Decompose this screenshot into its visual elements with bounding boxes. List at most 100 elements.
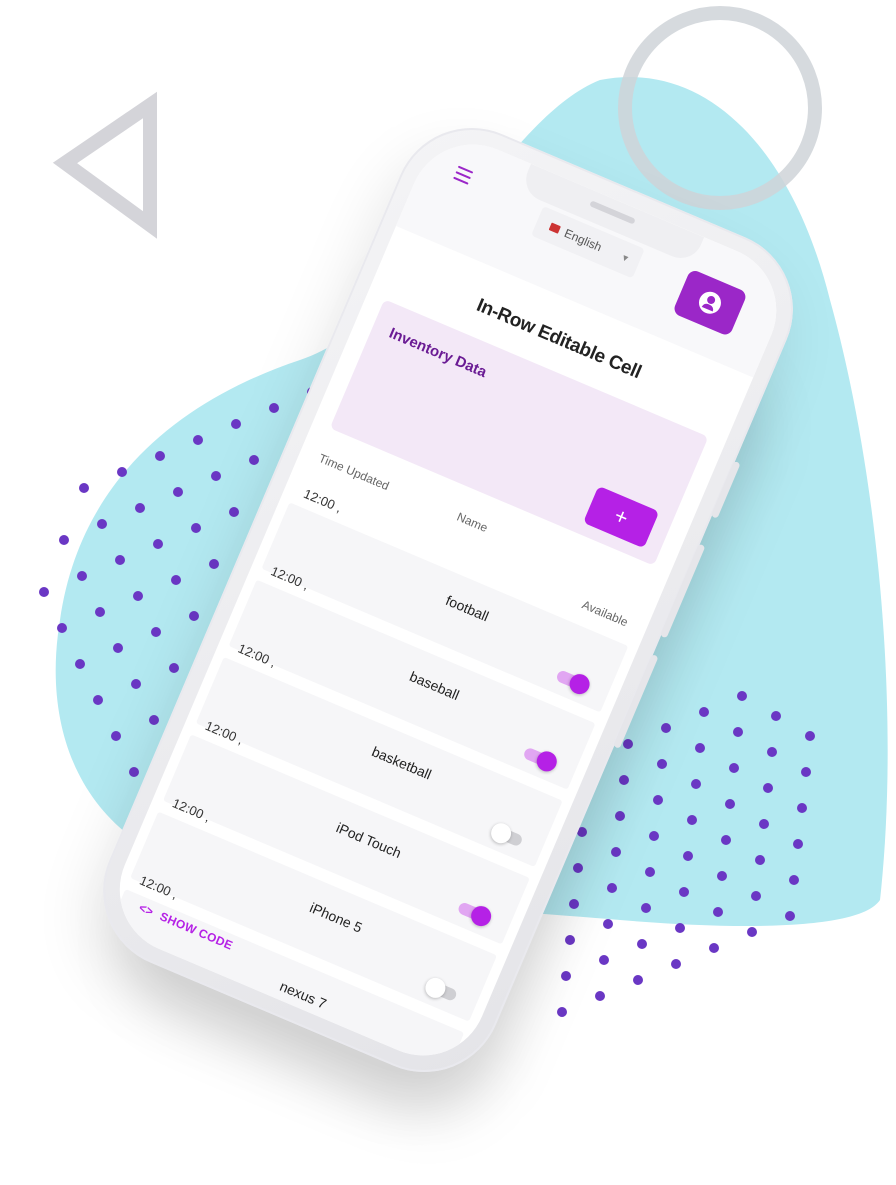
cell-name[interactable]: baseball (381, 657, 489, 715)
column-header-time[interactable]: Time Updated (317, 451, 391, 493)
decor-dot (789, 875, 799, 885)
user-profile-icon (695, 288, 725, 318)
decor-dot (115, 555, 125, 565)
decor-dot (97, 519, 107, 529)
decor-dot (39, 587, 49, 597)
scene: English ▼ In-Row Editable Cell Inventory… (0, 0, 896, 1185)
decor-dot (111, 731, 121, 741)
decor-dot (699, 707, 709, 717)
decor-dot (751, 891, 761, 901)
decor-dot (653, 795, 663, 805)
outline-triangle (52, 91, 157, 239)
decor-dot (793, 839, 803, 849)
decor-dot (133, 591, 143, 601)
hamburger-menu-icon[interactable] (453, 165, 474, 185)
decor-dot (77, 571, 87, 581)
speaker-grill (589, 200, 636, 225)
decor-dot (633, 975, 643, 985)
decor-dot (561, 971, 571, 981)
decor-dot (725, 799, 735, 809)
decor-dot (599, 955, 609, 965)
decor-dot (611, 847, 621, 857)
decor-dot (671, 959, 681, 969)
cell-name[interactable]: iPod Touch (315, 811, 423, 869)
availability-toggle[interactable] (455, 897, 495, 930)
decor-dot (93, 695, 103, 705)
decor-dot (721, 835, 731, 845)
cell-name[interactable]: iPhone 5 (282, 889, 390, 947)
decor-dot (645, 867, 655, 877)
decor-dot (691, 779, 701, 789)
decor-dot (229, 507, 239, 517)
decor-dot (155, 451, 165, 461)
availability-toggle[interactable] (521, 743, 560, 775)
decor-dot (637, 939, 647, 949)
decor-dot (737, 691, 747, 701)
decor-dot (755, 855, 765, 865)
decor-dot (797, 803, 807, 813)
decor-dot (59, 535, 69, 545)
cell-name[interactable]: basketball (348, 734, 456, 792)
decor-dot (189, 611, 199, 621)
profile-button[interactable] (672, 268, 748, 337)
decor-dot (269, 403, 279, 413)
decor-dot (717, 871, 727, 881)
decor-dot (759, 819, 769, 829)
decor-dot (747, 927, 757, 937)
flag-icon (548, 222, 561, 234)
chevron-down-icon: ▼ (619, 251, 632, 265)
decor-dot (565, 935, 575, 945)
availability-toggle[interactable] (422, 974, 461, 1007)
decor-dot (193, 435, 203, 445)
decor-dot (607, 883, 617, 893)
decor-dot (675, 923, 685, 933)
decor-dot (75, 659, 85, 669)
decor-dot (713, 907, 723, 917)
decor-dot (767, 747, 777, 757)
decor-dot (729, 763, 739, 773)
decor-dot (231, 419, 241, 429)
decor-dot (695, 743, 705, 753)
decor-dot (249, 455, 259, 465)
decor-dot (149, 715, 159, 725)
decor-dot (209, 559, 219, 569)
decor-dot (785, 911, 795, 921)
add-row-button[interactable]: + (582, 485, 660, 549)
card-title: Inventory Data (386, 324, 490, 382)
decor-dot (169, 663, 179, 673)
decor-dot (95, 607, 105, 617)
decor-dot (57, 623, 67, 633)
decor-dot (129, 767, 139, 777)
decor-dot (569, 899, 579, 909)
decor-dot (135, 503, 145, 513)
availability-toggle[interactable] (554, 666, 593, 698)
decor-dot (211, 471, 221, 481)
decor-dot (171, 575, 181, 585)
decor-dot (657, 759, 667, 769)
decor-dot (595, 991, 605, 1001)
decor-dot (79, 483, 89, 493)
decor-dot (117, 467, 127, 477)
decor-dot (113, 643, 123, 653)
decor-dot (805, 731, 815, 741)
decor-dot (763, 783, 773, 793)
language-label: English (562, 226, 604, 255)
availability-toggle[interactable] (487, 820, 527, 852)
decor-dot (151, 627, 161, 637)
decor-dot (173, 487, 183, 497)
decor-dot (679, 887, 689, 897)
decor-dot (683, 851, 693, 861)
decor-dot (191, 523, 201, 533)
column-header-name[interactable]: Name (455, 510, 490, 535)
decor-dot (771, 711, 781, 721)
decor-dot (153, 539, 163, 549)
decor-dot (649, 831, 659, 841)
decor-dot (801, 767, 811, 777)
decor-dot (615, 811, 625, 821)
decor-dot (641, 903, 651, 913)
decor-dot (709, 943, 719, 953)
decor-dot (557, 1007, 567, 1017)
decor-dot (603, 919, 613, 929)
decor-dot (131, 679, 141, 689)
column-header-available[interactable]: Available (580, 597, 630, 629)
